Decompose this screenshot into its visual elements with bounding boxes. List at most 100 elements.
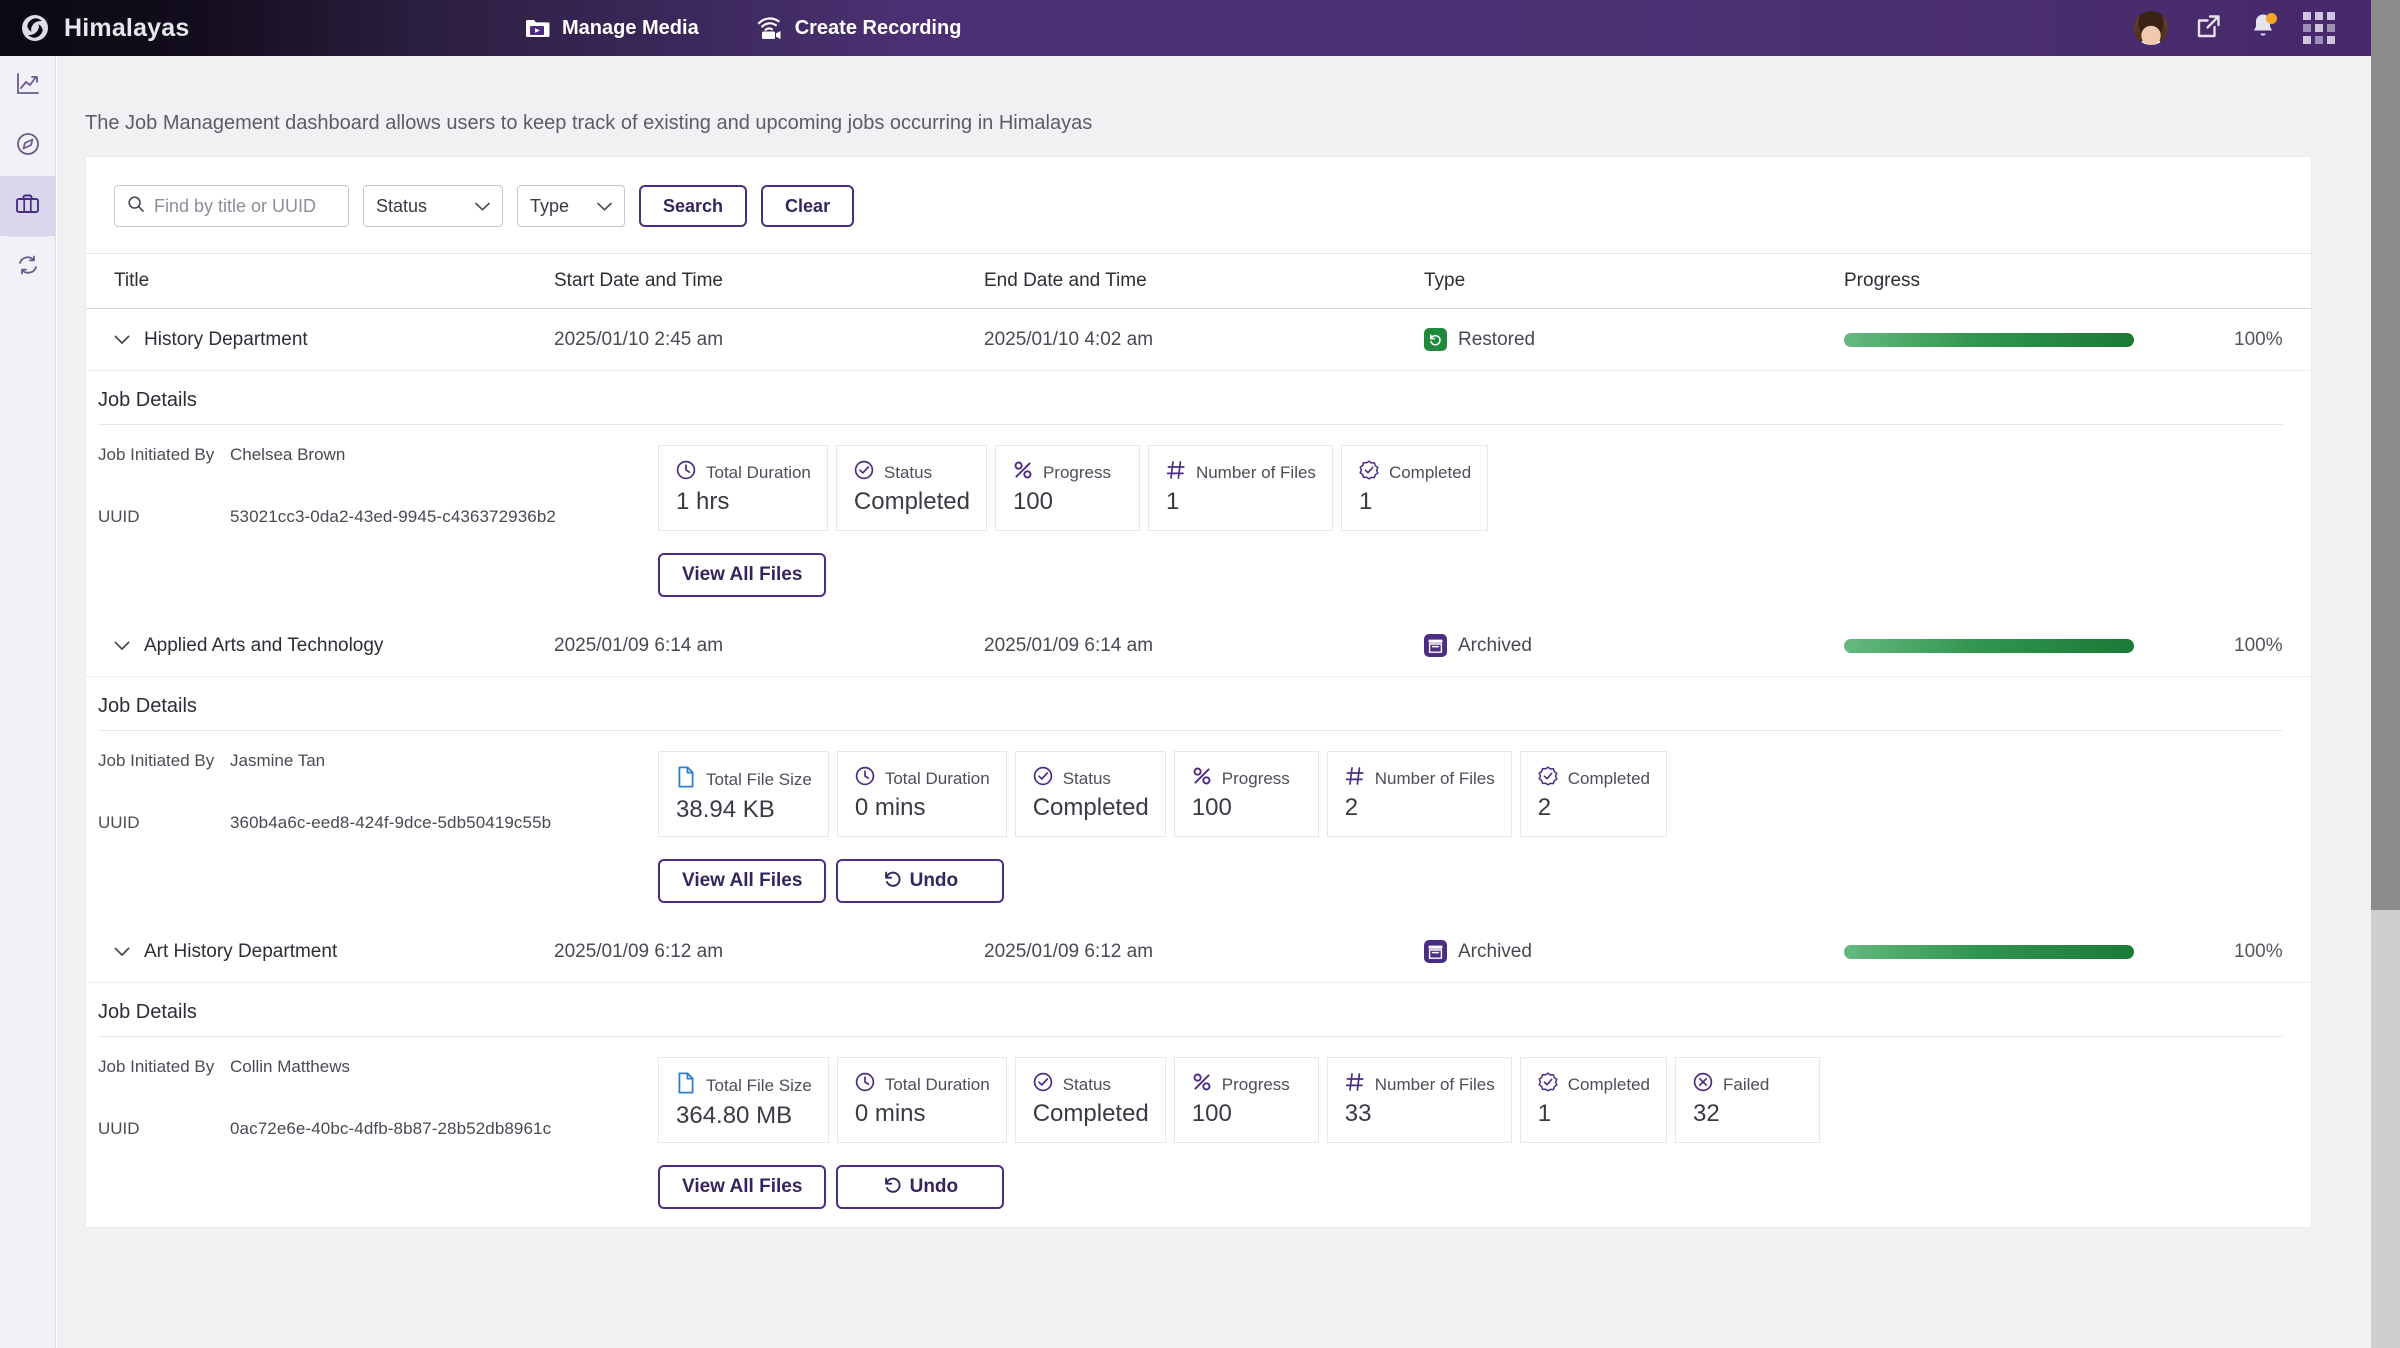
stat-value: Completed — [1032, 1100, 1149, 1127]
undo-button[interactable]: Undo — [836, 859, 1005, 903]
undo-button[interactable]: Undo — [836, 1165, 1005, 1209]
job-entry: History Department 2025/01/10 2:45 am 20… — [86, 309, 2311, 615]
search-box[interactable] — [114, 185, 349, 227]
job-row-title-cell[interactable]: Art History Department — [114, 941, 554, 963]
sidebar-item-analytics[interactable] — [0, 56, 55, 116]
type-select[interactable]: Type — [517, 185, 625, 227]
stat-value: 1 — [1358, 488, 1373, 515]
stat-card: Total File Size 38.94 KB — [658, 751, 829, 837]
stat-card-header: Status — [1032, 1071, 1149, 1098]
table-row[interactable]: Art History Department 2025/01/09 6:12 a… — [86, 921, 2311, 983]
stat-card-header: Status — [1032, 765, 1149, 792]
stat-card-row: Total File Size 38.94 KB Total Duration … — [658, 751, 2283, 837]
chevron-down-icon[interactable] — [114, 329, 130, 351]
stat-card-header: Total File Size — [675, 1071, 812, 1100]
percent-icon — [1191, 765, 1213, 792]
job-actions: View All Files — [658, 553, 2283, 597]
status-badge: Archived — [1424, 940, 1844, 963]
job-start-datetime: 2025/01/09 6:14 am — [554, 634, 724, 656]
stat-label: Status — [883, 462, 933, 482]
clock-icon — [854, 1071, 876, 1098]
nav-create-recording[interactable]: Create Recording — [757, 17, 961, 40]
status-select[interactable]: Status — [363, 185, 503, 227]
stat-card-header: Failed — [1692, 1071, 1803, 1098]
scrollbar-thumb[interactable] — [2371, 0, 2400, 910]
table-row[interactable]: History Department 2025/01/10 2:45 am 20… — [86, 309, 2311, 371]
stat-label: Total Duration — [884, 768, 990, 788]
job-uuid-value: 360b4a6c-eed8-424f-9dce-5db50419c55b — [230, 813, 552, 832]
job-details-panel: Job Details Job Initiated By Collin Matt… — [86, 983, 2311, 1227]
chevron-down-icon — [597, 196, 612, 217]
stat-card: Status Completed — [1014, 1057, 1166, 1143]
job-end-datetime: 2025/01/09 6:14 am — [984, 634, 1154, 656]
view-all-files-button[interactable]: View All Files — [658, 859, 827, 903]
avatar[interactable] — [2134, 11, 2168, 45]
stat-card: Number of Files 2 — [1326, 751, 1512, 837]
table-row[interactable]: Applied Arts and Technology 2025/01/09 6… — [86, 615, 2311, 677]
job-uuid-label: UUID — [98, 1119, 140, 1138]
status-badge-label: Archived — [1458, 940, 1532, 962]
notification-badge-dot — [2266, 13, 2277, 24]
clear-button[interactable]: Clear — [761, 185, 855, 227]
stat-value: 364.80 MB — [676, 1102, 793, 1129]
view-all-files-button[interactable]: View All Files — [658, 1165, 827, 1209]
job-initiated-by-label: Job Initiated By — [98, 751, 215, 770]
column-progress: Progress — [1844, 270, 1921, 291]
stat-value: 1 hrs — [676, 488, 730, 515]
stat-card: Status Completed — [835, 445, 987, 531]
job-meta: Job Initiated By Jasmine Tan UUID 360b4a… — [98, 751, 658, 903]
job-row-title-cell[interactable]: Applied Arts and Technology — [114, 635, 554, 657]
job-uuid-row: UUID 360b4a6c-eed8-424f-9dce-5db50419c55… — [98, 813, 658, 833]
hash-icon — [1344, 1071, 1366, 1098]
brand[interactable]: Himalayas — [0, 13, 470, 43]
stat-card: Progress 100 — [1173, 751, 1319, 837]
job-details-body: Job Initiated By Jasmine Tan UUID 360b4a… — [92, 731, 2283, 921]
stat-label: Total File Size — [706, 769, 812, 789]
stat-card: Progress 100 — [1173, 1057, 1319, 1143]
status-badge-label: Archived — [1458, 634, 1532, 656]
job-type-cell: Archived — [1424, 634, 1844, 657]
compass-icon — [15, 131, 41, 162]
archive-box-icon — [1424, 940, 1447, 963]
sidebar-item-explore[interactable] — [0, 116, 55, 176]
restore-arrow-icon — [1424, 328, 1447, 351]
chevron-down-icon[interactable] — [114, 635, 130, 657]
job-stats: Total Duration 1 hrs Status Completed Pr… — [658, 445, 2283, 597]
stat-card-header: Completed — [1537, 765, 1650, 792]
grid-cell — [2327, 12, 2335, 20]
view-all-files-button[interactable]: View All Files — [658, 553, 827, 597]
nav-manage-media[interactable]: Manage Media — [525, 17, 699, 40]
chevron-down-icon[interactable] — [114, 941, 130, 963]
stat-card: Completed 1 — [1340, 445, 1489, 531]
stat-label: Total Duration — [884, 1074, 990, 1094]
job-details-panel: Job Details Job Initiated By Jasmine Tan… — [86, 677, 2311, 921]
check-circle-icon — [1032, 765, 1054, 792]
stat-card-header: Progress — [1191, 1071, 1302, 1098]
job-initiated-by-row: Job Initiated By Chelsea Brown — [98, 445, 658, 465]
grid-apps-icon[interactable] — [2303, 12, 2335, 44]
stat-value: 2 — [1344, 794, 1359, 821]
bell-icon[interactable] — [2250, 12, 2277, 44]
sync-refresh-icon — [15, 252, 41, 283]
himalayas-swirl-logo-icon — [20, 13, 50, 43]
status-select-label: Status — [376, 195, 428, 216]
job-row-title-cell[interactable]: History Department — [114, 329, 554, 351]
sidebar-item-sync[interactable] — [0, 237, 55, 297]
clock-icon — [675, 459, 697, 486]
external-link-icon[interactable] — [2195, 12, 2223, 45]
sidebar-item-jobs[interactable] — [0, 176, 55, 236]
search-button[interactable]: Search — [639, 185, 748, 227]
stat-label: Failed — [1722, 1074, 1770, 1094]
stat-label: Progress — [1221, 1074, 1290, 1094]
job-actions: View All Files Undo — [658, 1165, 2283, 1209]
page-scrollbar[interactable] — [2371, 0, 2400, 1348]
job-initiated-by-value: Chelsea Brown — [230, 445, 346, 464]
search-input[interactable] — [154, 195, 336, 217]
grid-cell — [2315, 12, 2323, 20]
stat-value: 1 — [1165, 488, 1180, 515]
job-details-body: Job Initiated By Collin Matthews UUID 0a… — [92, 1037, 2283, 1227]
left-sidebar — [0, 56, 56, 1348]
grid-cell — [2327, 36, 2335, 44]
job-uuid-label: UUID — [98, 813, 140, 832]
stat-value: 100 — [1012, 488, 1053, 515]
